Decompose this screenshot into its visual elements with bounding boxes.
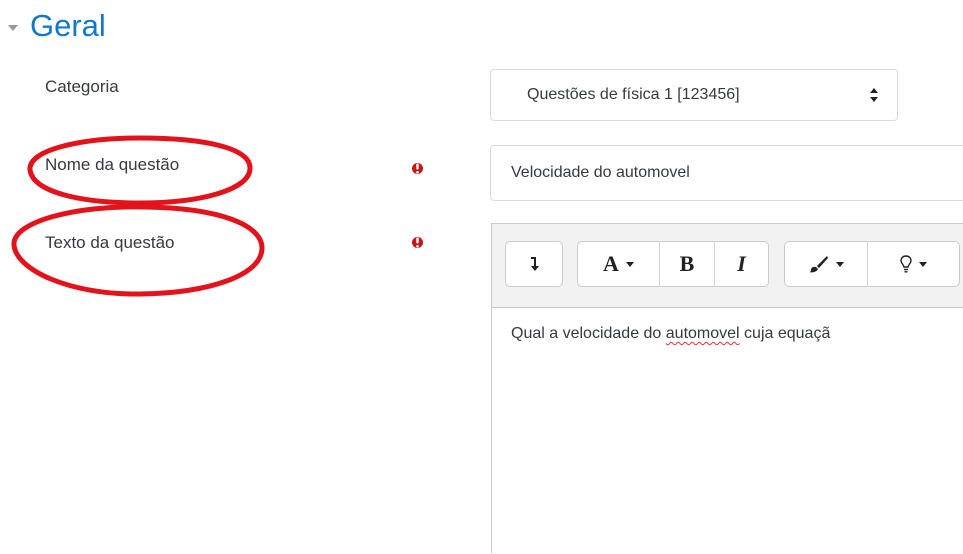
required-icon: [412, 163, 423, 174]
lightbulb-icon: [900, 255, 912, 273]
bold-button[interactable]: B: [659, 242, 714, 286]
chevron-down-icon: [625, 261, 634, 267]
brush-icon: [808, 256, 828, 273]
misspelled-word: automovel: [665, 325, 740, 342]
categoria-select[interactable]: Questões de física 1 [123456]: [490, 69, 898, 121]
nome-questao-value: Velocidade do automovel: [511, 164, 690, 181]
toolbar-group-format: A B I: [577, 241, 769, 287]
editor-text-prefix: Qual a velocidade do: [511, 325, 666, 342]
nome-questao-label: Nome da questão: [45, 155, 180, 174]
brush-button[interactable]: [785, 242, 867, 286]
section-title: Geral: [30, 8, 106, 43]
font-color-icon: A: [603, 251, 619, 276]
section-geral-toggle[interactable]: Geral: [8, 10, 106, 41]
italic-button[interactable]: I: [714, 242, 768, 286]
editor-text-suffix: cuja equaçã: [739, 325, 831, 342]
categoria-label: Categoria: [45, 77, 119, 96]
required-icon: [412, 237, 423, 248]
nome-questao-input[interactable]: Velocidade do automovel: [490, 145, 963, 201]
texto-questao-label: Texto da questão: [45, 233, 175, 252]
collapse-icon: [531, 257, 539, 271]
font-color-button[interactable]: A: [578, 242, 659, 286]
texto-questao-editor: A B I Qual a velocidade do automovel cuj…: [491, 223, 963, 554]
chevron-down-icon: [835, 261, 844, 267]
italic-icon: I: [737, 251, 746, 276]
lightbulb-button[interactable]: [867, 242, 959, 286]
select-arrows-icon: [870, 88, 878, 102]
chevron-down-icon: [8, 24, 18, 31]
editor-toolbar: A B I: [492, 224, 963, 308]
toolbar-group-collapse: [505, 241, 563, 287]
collapse-toolbar-button[interactable]: [506, 242, 562, 286]
bold-icon: B: [679, 251, 695, 276]
categoria-select-value: Questões de física 1 [123456]: [527, 86, 740, 103]
chevron-down-icon: [919, 261, 927, 267]
editor-content-area[interactable]: Qual a velocidade do automovel cuja equa…: [492, 308, 963, 554]
editor-text: Qual a velocidade do automovel cuja equa…: [511, 325, 830, 343]
toolbar-group-insert: [784, 241, 960, 287]
